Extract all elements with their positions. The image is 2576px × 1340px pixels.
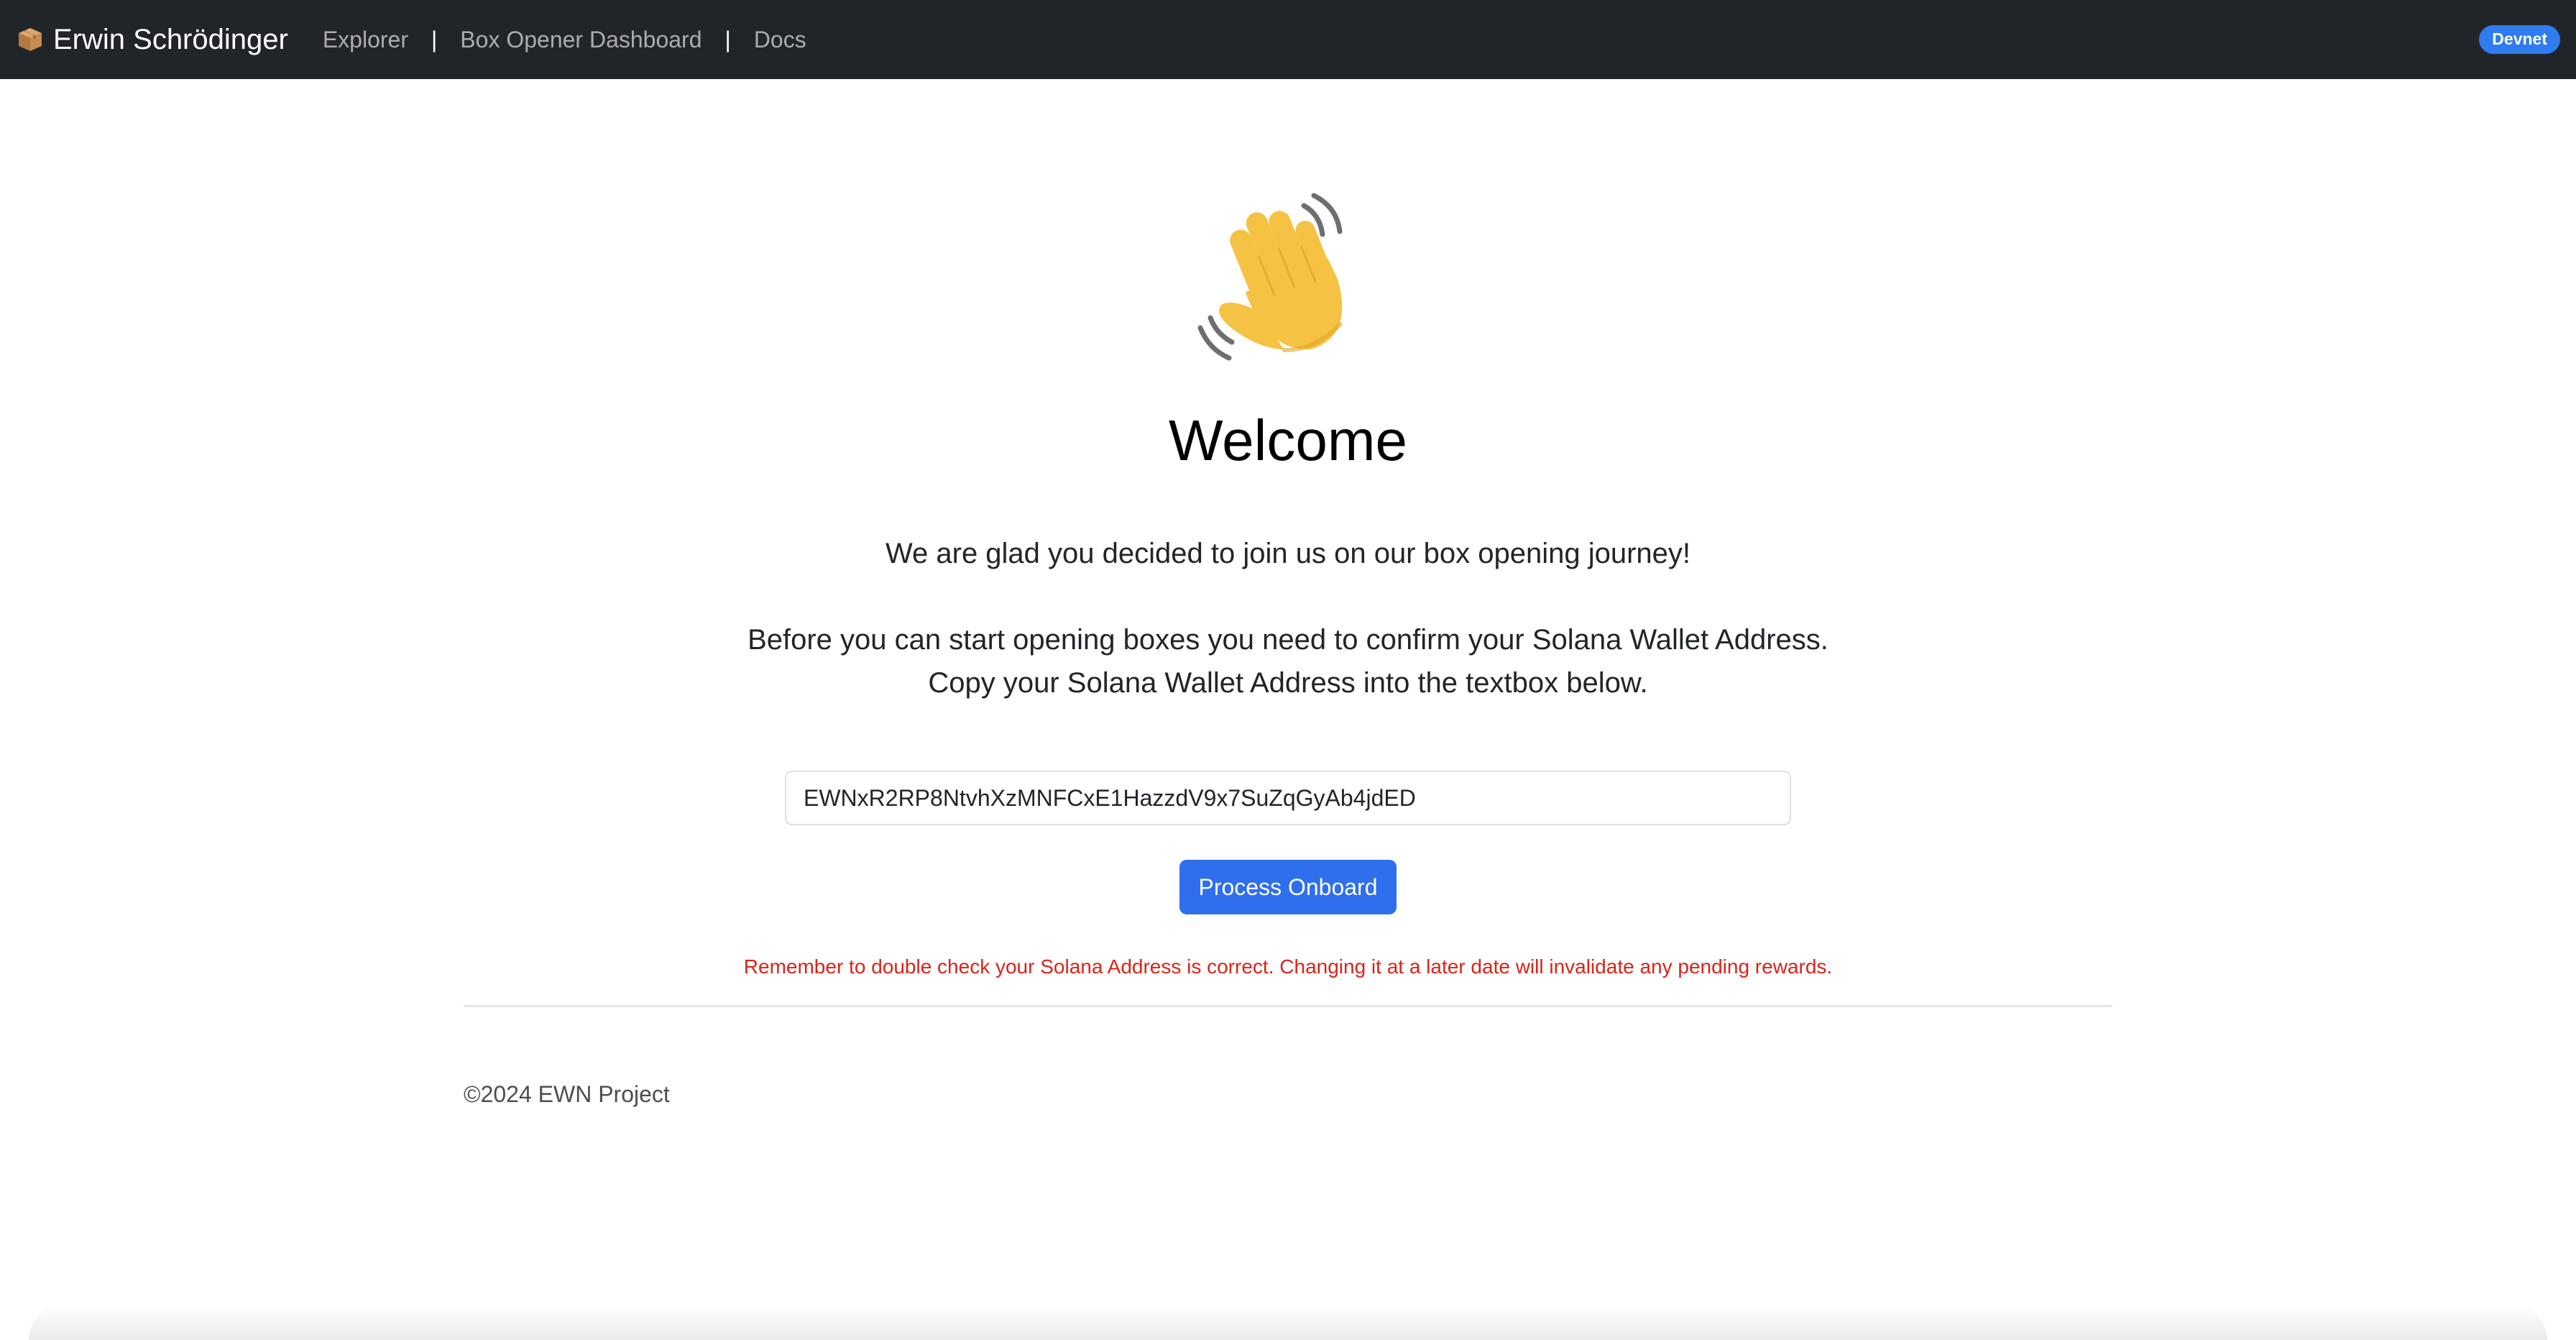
network-badge: Devnet xyxy=(2479,25,2560,54)
main-content: Welcome We are glad you decided to join … xyxy=(0,79,2576,1340)
footer-copyright: ©2024 EWN Project xyxy=(464,1081,670,1107)
page-title: Welcome xyxy=(1169,408,1407,472)
package-icon xyxy=(17,27,43,52)
nav-links: Explorer | Box Opener Dashboard | Docs xyxy=(323,27,806,53)
brand-name: Erwin Schrödinger xyxy=(53,23,288,55)
instruction-text: Before you can start opening boxes you n… xyxy=(748,624,1828,656)
nav-link-docs[interactable]: Docs xyxy=(754,27,806,53)
nav-link-explorer[interactable]: Explorer xyxy=(323,27,408,53)
wallet-address-input[interactable] xyxy=(785,771,1791,825)
nav-separator: | xyxy=(431,26,438,52)
nav-link-box-opener-dashboard[interactable]: Box Opener Dashboard xyxy=(460,27,702,53)
nav-separator: | xyxy=(724,26,731,52)
divider xyxy=(464,1005,2112,1007)
waving-hand-icon xyxy=(1196,190,1380,374)
window-bottom-shadow xyxy=(29,1304,2547,1340)
top-navbar: Erwin Schrödinger Explorer | Box Opener … xyxy=(0,0,2576,79)
brand-link[interactable]: Erwin Schrödinger xyxy=(17,24,288,56)
intro-text: We are glad you decided to join us on ou… xyxy=(885,538,1691,569)
instruction-text-2: Copy your Solana Wallet Address into the… xyxy=(928,667,1648,699)
warning-text: Remember to double check your Solana Add… xyxy=(743,955,1833,978)
process-onboard-button[interactable]: Process Onboard xyxy=(1179,860,1397,914)
